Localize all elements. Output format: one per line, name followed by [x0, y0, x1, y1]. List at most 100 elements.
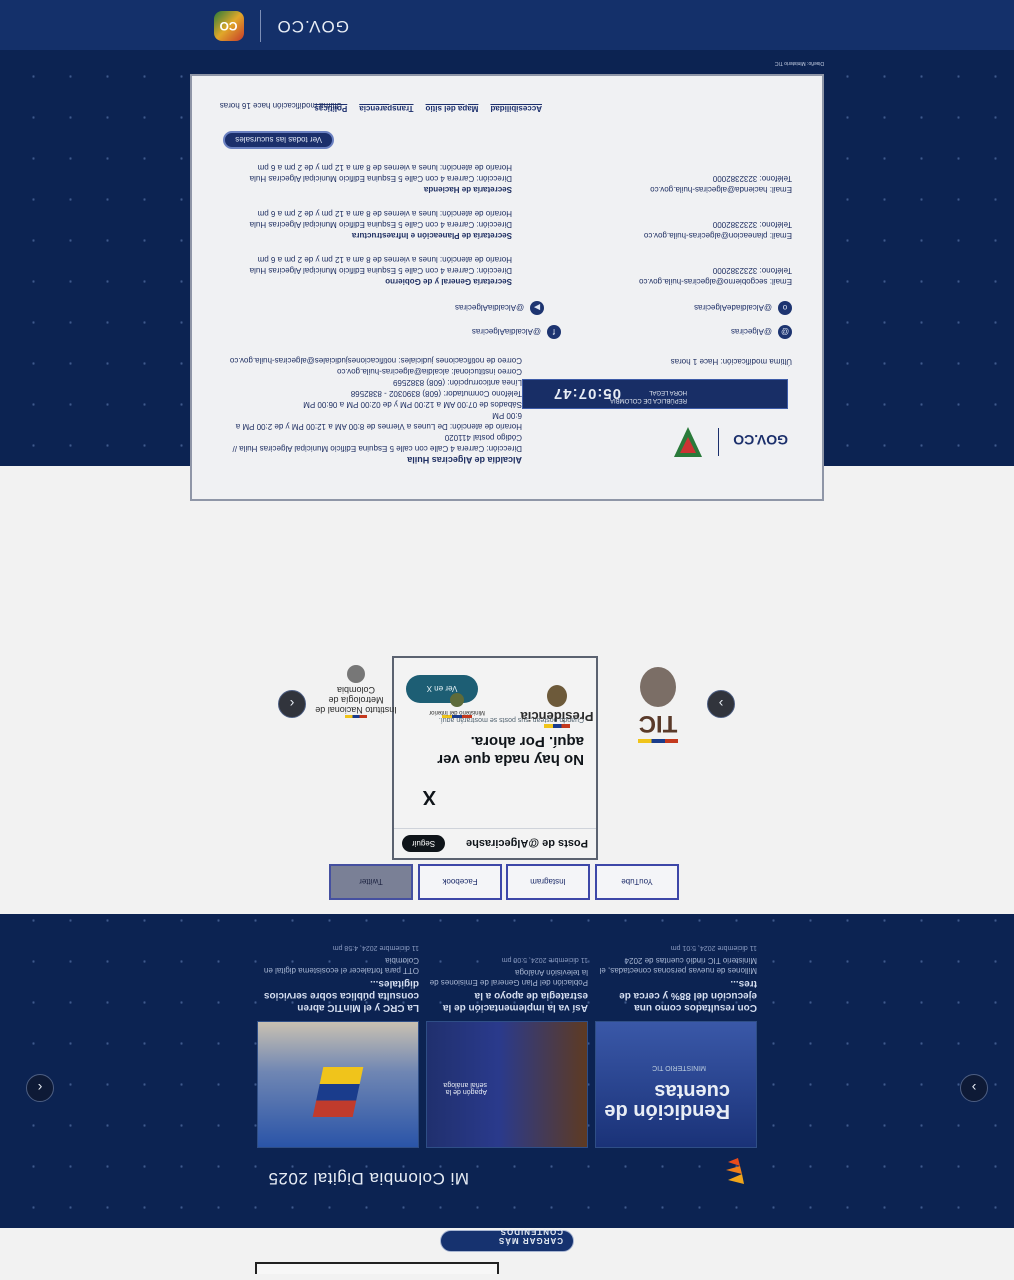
carousel-next-button[interactable]: › [960, 1074, 988, 1102]
news-desc: OTT para fortalecer el ecosistema digita… [263, 956, 419, 975]
office-name: Secretaría de Planeación e Infraestructu… [351, 231, 512, 240]
office-hours: Horario de atención: lunes a viernes de … [257, 255, 512, 264]
social-icon: @ [778, 325, 792, 339]
widget-title: Posts de @Algecirashe [466, 837, 588, 850]
partner-presidencia[interactable]: Presidencia [512, 685, 602, 728]
social-section: YouTube Instagram Facebook Twitter Posts… [0, 466, 1014, 913]
footer-link-transparencia[interactable]: Transparencia [359, 104, 413, 113]
news-title[interactable]: La CRC y el MinTIC abren consulta públic… [257, 977, 419, 1013]
carousel-prev-button[interactable]: ‹ [26, 1074, 54, 1102]
partner-interior[interactable]: Ministerio del Interior [422, 693, 492, 718]
follow-button[interactable]: Seguir [402, 835, 446, 852]
partner-name: Instituto Nacional de Metrología de Colo… [315, 685, 397, 715]
entity-free-line: Línea anticorrupción: (608) 8382569 [393, 378, 522, 387]
gov-text: GOV.CO [276, 17, 349, 36]
divider [718, 428, 720, 456]
footer: GOV.CO REPÚBLICA DE COLOMBIA HORA LEGAL … [0, 50, 1014, 501]
footer-link-accesibilidad[interactable]: Accesibilidad [490, 104, 542, 113]
partner-tic[interactable]: TIC [634, 667, 682, 743]
facebook-icon: f [546, 325, 561, 339]
mi-colombia-brand: Mi Colombia Digital 2025 [268, 1168, 469, 1188]
partners-next-button[interactable]: › [707, 690, 735, 718]
social-link[interactable]: f @AlcaldiaAlgeciras [472, 325, 561, 339]
entity-hours: Horario de atención: De Lunes a Viernes … [235, 411, 522, 431]
office-item: Email: secgobierno@algeciras-huila.gov.c… [212, 241, 792, 287]
office-phone: Teléfono: 3232382000 [712, 174, 792, 183]
news-image[interactable]: Rendición de cuentas MINISTERIO TIC [595, 1021, 757, 1148]
clock-sub: REPÚBLICA DE COLOMBIA [609, 397, 687, 403]
gov-footer-text: GOV.CO [733, 432, 788, 448]
entity-notif-email: Correo de notificaciones judiciales: not… [229, 356, 522, 365]
social-label: @AlcaldiaAlgeciras [455, 303, 525, 313]
entity-info: Alcaldía de Algeciras Huila Dirección: C… [222, 355, 522, 465]
partners-prev-button[interactable]: ‹ [278, 690, 306, 718]
see-all-branches-button[interactable]: Ver todas las sucursales [223, 131, 334, 149]
partner-inm[interactable]: Instituto Nacional de Metrología de Colo… [310, 665, 402, 718]
footer-links: Accesibilidad Mapa del sitio Transparenc… [314, 104, 542, 113]
partner-name: Presidencia [520, 709, 594, 724]
empty-state-title: No hay nada que ver aquí. Por ahora. [437, 733, 584, 768]
chevron-left-icon: ‹ [289, 696, 295, 712]
office-email: Email: secgobierno@algeciras-huila.gov.c… [639, 277, 792, 286]
load-more-button-frame[interactable]: CARGAR MÁS CONTENIDOS [440, 1227, 574, 1252]
load-more-section: CARGAR MÁS CONTENIDOS [0, 1227, 1014, 1280]
load-more-button[interactable]: CARGAR MÁS CONTENIDOS [441, 1227, 563, 1245]
gov-brand[interactable]: GOV.CO CO [213, 10, 349, 42]
footer-socials-row2: o @AlcaldiadeAlgeciras ▶ @AlcaldiaAlgecira… [455, 301, 792, 315]
social-link[interactable]: o @AlcaldiadeAlgeciras [694, 301, 792, 315]
tab-label: Twitter [359, 877, 383, 887]
footer-logos: GOV.CO [668, 425, 788, 459]
news-card[interactable]: Rendición de cuentas MINISTERIO TIC Con … [595, 944, 757, 1148]
last-update: Última modificación: Hace 1 horas [670, 357, 792, 366]
social-label: @AlcaldiadeAlgeciras [694, 303, 772, 313]
tab-label: Instagram [530, 877, 566, 887]
clock-time: 05:07:47 [552, 385, 621, 402]
chevron-right-icon: › [971, 1080, 977, 1096]
tab-facebook[interactable]: Facebook [418, 864, 502, 900]
logo-text: CO [219, 19, 238, 33]
brand-pinwheel-icon [724, 1156, 748, 1188]
legal-clock: REPÚBLICA DE COLOMBIA HORA LEGAL 05:07:4… [522, 379, 788, 409]
instagram-icon: o [778, 301, 792, 315]
office-item: Email: hacienda@algeciras-huila.gov.co Te… [212, 149, 792, 195]
office-phone: Teléfono: 3232382000 [712, 266, 792, 275]
flag-stripe [638, 739, 678, 743]
social-link[interactable]: @ @Algeciras [731, 325, 792, 339]
entity-name: Alcaldía de Algeciras Huila [407, 455, 522, 465]
news-carousel: Mi Colombia Digital 2025 Rendición de cu… [0, 914, 1014, 1228]
entity-phone: Teléfono Conmutador: (608) 8390302 - 838… [350, 389, 522, 398]
gov-co-bar: GOV.CO CO [0, 0, 1014, 50]
tab-twitter[interactable]: Twitter [329, 864, 413, 900]
news-desc: Población del Plan General de Emisiones … [429, 968, 588, 987]
gov-footer-logo: GOV.CO [733, 429, 788, 455]
municipal-shield-icon [672, 425, 704, 459]
news-card[interactable]: Apagón de la señal análoga Así va la imp… [426, 956, 588, 1148]
partner-name: TIC [638, 710, 678, 737]
office-hours: Horario de atención: lunes a viernes de … [257, 163, 512, 172]
office-email: Email: hacienda@algeciras-huila.gov.co [650, 185, 792, 194]
next-panel-edge [255, 1262, 499, 1274]
news-title[interactable]: Así va la implementación de la estrategi… [426, 989, 588, 1013]
office-address: Dirección: Carrera 4 con Calle 5 Esquina… [249, 266, 512, 275]
footer-socials-row1: @ @Algeciras f @AlcaldiaAlgeciras [472, 325, 792, 339]
offices-list: Email: secgobierno@algeciras-huila.gov.c… [212, 149, 792, 287]
social-label: @AlcaldiaAlgeciras [471, 327, 541, 337]
entity-address: Dirección: Carrera 4 Calle con calle 5 E… [232, 433, 522, 453]
brand-title: Mi Colombia Digital 2025 [268, 1169, 469, 1188]
news-image-caption: Apagón de la señal análoga [443, 1081, 487, 1095]
office-item: Email: planeacion@algeciras-huila.gov.co… [212, 195, 792, 241]
office-address: Dirección: Carrera 4 con Calle 5 Esquina… [249, 220, 512, 229]
news-desc: Millones de nuevas personas conectadas, … [599, 956, 757, 975]
inm-logo-icon [347, 665, 365, 683]
news-image[interactable]: Apagón de la señal análoga [426, 1021, 588, 1148]
footer-link-mapa[interactable]: Mapa del sitio [426, 104, 479, 113]
tab-label: Facebook [442, 877, 478, 887]
entity-email: Correo institucional: alcaldia@algeciras… [337, 367, 522, 376]
news-image[interactable] [257, 1021, 419, 1148]
social-link[interactable]: ▶ @AlcaldiaAlgeciras [455, 301, 545, 315]
tab-youtube[interactable]: YouTube [595, 864, 679, 900]
news-card[interactable]: La CRC y el MinTIC abren consulta públic… [257, 944, 419, 1148]
footer-card: GOV.CO REPÚBLICA DE COLOMBIA HORA LEGAL … [190, 74, 824, 501]
news-title[interactable]: Con resultados como una ejecución del 88… [595, 977, 757, 1013]
tab-instagram[interactable]: Instagram [506, 864, 590, 900]
